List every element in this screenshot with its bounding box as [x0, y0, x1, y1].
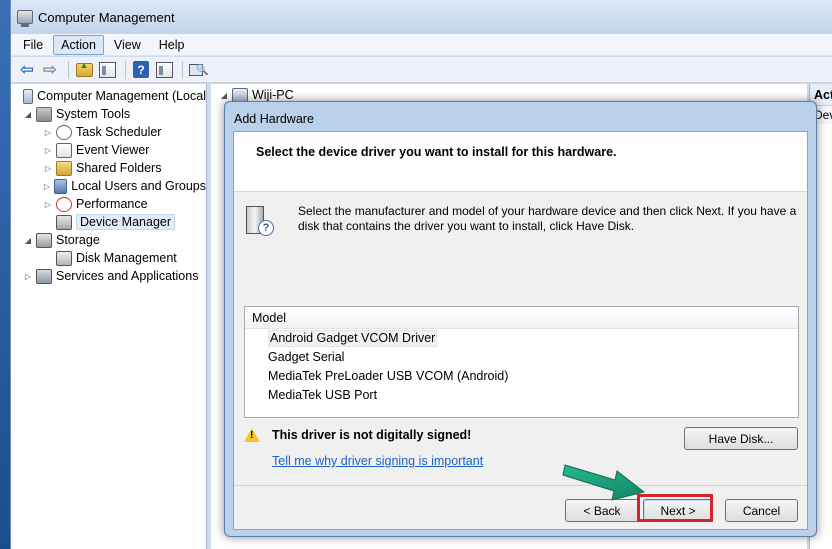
- tree-label: Local Users and Groups: [71, 179, 206, 193]
- tree-item-task-scheduler[interactable]: ▷ Task Scheduler: [11, 123, 206, 141]
- tree-label: Services and Applications: [56, 269, 199, 283]
- collapse-icon[interactable]: ◢: [23, 236, 33, 245]
- hardware-question-icon: ?: [244, 204, 278, 240]
- disk-icon: [56, 250, 72, 266]
- console-tree: Computer Management (Local ◢ System Tool…: [11, 84, 207, 549]
- performance-icon: [56, 196, 72, 212]
- expand-icon[interactable]: ▷: [43, 164, 53, 173]
- driver-signing-link[interactable]: Tell me why driver signing is important: [272, 454, 483, 468]
- storage-icon: [36, 232, 52, 248]
- tree-label: Storage: [56, 233, 100, 247]
- expand-icon[interactable]: ▷: [43, 146, 53, 155]
- tree-item-performance[interactable]: ▷ Performance: [11, 195, 206, 213]
- computer-icon: [23, 88, 34, 104]
- up-folder-icon[interactable]: [74, 60, 94, 80]
- intro-text: Select the manufacturer and model of you…: [298, 204, 797, 233]
- window-title: Computer Management: [38, 9, 175, 25]
- toolbar-separator: [182, 60, 183, 79]
- expand-icon[interactable]: ▷: [43, 128, 53, 137]
- forward-arrow-icon[interactable]: ⇨: [40, 60, 60, 80]
- tree-label: System Tools: [56, 107, 131, 121]
- services-icon: [36, 268, 52, 284]
- tools-icon: [36, 106, 52, 122]
- shared-folder-icon: [56, 160, 72, 176]
- properties-icon[interactable]: [154, 60, 174, 80]
- toolbar-separator: [125, 60, 126, 79]
- expand-icon[interactable]: ▷: [23, 272, 33, 281]
- clock-icon: [56, 124, 72, 140]
- tree-label: Performance: [76, 197, 148, 211]
- model-item[interactable]: MediaTek PreLoader USB VCOM (Android): [245, 367, 798, 386]
- cancel-button[interactable]: Cancel: [725, 499, 798, 522]
- warning-icon: [244, 428, 260, 442]
- scan-hardware-icon[interactable]: [188, 60, 208, 80]
- tree-label: Event Viewer: [76, 143, 150, 157]
- tree-item-system-tools[interactable]: ◢ System Tools: [11, 105, 206, 123]
- show-hide-tree-icon[interactable]: [97, 60, 117, 80]
- tree-item-event-viewer[interactable]: ▷ Event Viewer: [11, 141, 206, 159]
- model-list[interactable]: Model Android Gadget VCOM Driver Gadget …: [244, 306, 799, 418]
- collapse-icon[interactable]: ◢: [23, 110, 33, 119]
- tree-item-storage[interactable]: ◢ Storage: [11, 231, 206, 249]
- add-hardware-dialog: Add Hardware Select the device driver yo…: [224, 101, 817, 537]
- signing-warning: This driver is not digitally signed!: [244, 428, 471, 442]
- intro-section: ? Select the manufacturer and model of y…: [244, 204, 804, 240]
- tree-label: Shared Folders: [76, 161, 162, 175]
- divider: [234, 485, 807, 486]
- computer-name: Wiji-PC: [252, 88, 294, 102]
- model-item[interactable]: MediaTek USB Port: [245, 386, 798, 405]
- users-icon: [54, 178, 68, 194]
- tree-label: Disk Management: [76, 251, 177, 265]
- tree-item-disk-management[interactable]: Disk Management: [11, 249, 206, 267]
- computer-management-icon: [17, 10, 33, 27]
- title-bar[interactable]: Computer Management: [11, 0, 832, 34]
- tree-label: Task Scheduler: [76, 125, 162, 139]
- tree-item-local-users[interactable]: ▷ Local Users and Groups: [11, 177, 206, 195]
- tree-label: Device Manager: [76, 214, 176, 230]
- tree-item-shared-folders[interactable]: ▷ Shared Folders: [11, 159, 206, 177]
- dialog-title[interactable]: Add Hardware: [225, 102, 816, 134]
- menu-bar: File Action View Help: [11, 34, 832, 56]
- help-icon[interactable]: ?: [131, 60, 151, 80]
- collapse-icon[interactable]: ◢: [219, 91, 229, 100]
- tree-item-services[interactable]: ▷ Services and Applications: [11, 267, 206, 285]
- toolbar: ⇦ ⇨ ?: [11, 57, 832, 83]
- back-arrow-icon[interactable]: ⇦: [17, 60, 37, 80]
- expand-icon[interactable]: ▷: [43, 200, 53, 209]
- device-manager-icon: [56, 214, 72, 230]
- model-item[interactable]: Android Gadget VCOM Driver: [245, 329, 798, 348]
- model-item[interactable]: Gadget Serial: [245, 348, 798, 367]
- menu-file[interactable]: File: [15, 35, 51, 55]
- back-button[interactable]: < Back: [565, 499, 639, 522]
- event-viewer-icon: [56, 142, 72, 158]
- expand-icon[interactable]: ▷: [43, 182, 51, 191]
- tree-item-root[interactable]: Computer Management (Local: [11, 87, 206, 105]
- tree-item-device-manager[interactable]: Device Manager: [11, 213, 206, 231]
- tree-label: Computer Management (Local: [37, 89, 206, 103]
- menu-view[interactable]: View: [106, 35, 149, 55]
- menu-action[interactable]: Action: [53, 34, 104, 55]
- toolbar-separator: [68, 60, 69, 79]
- next-button[interactable]: Next >: [643, 499, 713, 522]
- menu-help[interactable]: Help: [151, 35, 193, 55]
- have-disk-button[interactable]: Have Disk...: [684, 427, 798, 450]
- dialog-heading: Select the device driver you want to ins…: [234, 132, 807, 192]
- warning-text: This driver is not digitally signed!: [272, 428, 472, 442]
- dialog-body: Select the device driver you want to ins…: [233, 131, 808, 530]
- model-column-header[interactable]: Model: [245, 307, 798, 329]
